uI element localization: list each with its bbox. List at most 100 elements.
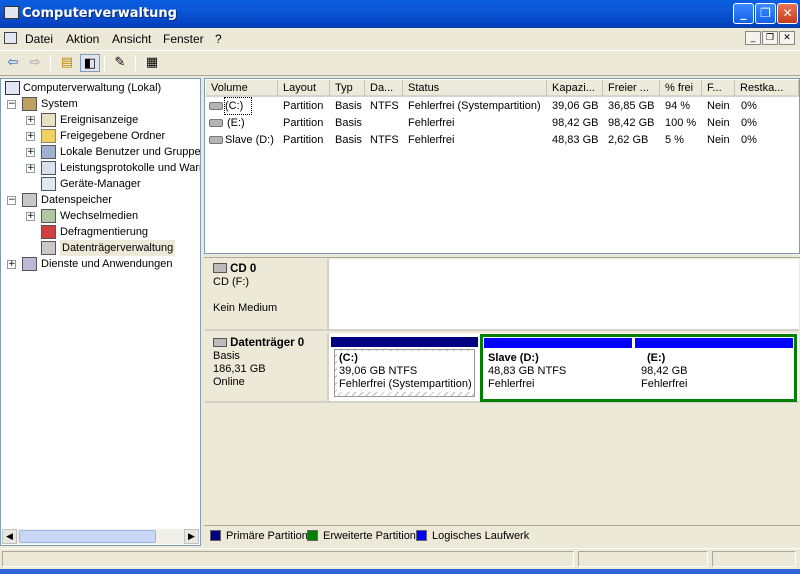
services-icon xyxy=(22,257,37,271)
scroll-thumb[interactable] xyxy=(19,530,156,543)
help-icon[interactable]: ▦ xyxy=(142,54,162,72)
tree-label: Defragmentierung xyxy=(60,226,149,238)
table-row[interactable]: (C:) Partition Basis NTFS Fehlerfrei (Sy… xyxy=(206,97,799,115)
menu-fenster[interactable]: Fenster xyxy=(163,32,204,46)
column-free-space[interactable]: Freier ... xyxy=(603,80,660,97)
legend-primary: Primäre Partition xyxy=(210,530,308,544)
table-row[interactable]: Slave (D:) Partition Basis NTFS Fehlerfr… xyxy=(206,132,799,148)
maximize-button[interactable]: ❐ xyxy=(755,3,776,24)
collapse-system-icon[interactable]: − xyxy=(7,100,16,109)
expand-icon[interactable]: + xyxy=(26,164,35,173)
show-hide-tree-icon[interactable]: ◧ xyxy=(80,54,100,72)
partition-d-text: Slave (D:) 48,83 GB NTFS Fehlerfrei xyxy=(488,352,566,391)
column-layout[interactable]: Layout xyxy=(278,80,330,97)
cd-media-status: Kein Medium xyxy=(213,302,278,314)
column-filesystem[interactable]: Da... xyxy=(365,80,403,97)
column-status[interactable]: Status xyxy=(403,80,547,97)
legend-extended: Erweiterte Partition xyxy=(307,530,416,544)
taskbar-edge xyxy=(0,569,800,574)
cell-fault: Nein xyxy=(707,134,730,146)
cell-free: 98,42 GB xyxy=(608,117,655,129)
hard-disk-icon xyxy=(213,338,227,347)
logical-drive-bar xyxy=(635,338,793,348)
scroll-left-icon[interactable]: ◀ xyxy=(2,529,17,544)
status-pane-3 xyxy=(712,551,796,567)
tree-storage-label: Datenspeicher xyxy=(41,194,112,206)
status-pane-2 xyxy=(578,551,708,567)
menu-help[interactable]: ? xyxy=(215,32,222,46)
expand-icon[interactable]: + xyxy=(26,116,35,125)
tree-root-label: Computerverwaltung (Lokal) xyxy=(23,82,162,94)
cell-status: Fehlerfrei (Systempartition) xyxy=(408,100,541,112)
column-volume[interactable]: Volume xyxy=(206,80,278,97)
child-restore-button[interactable]: ❐ xyxy=(762,31,778,45)
cell-overhead: 0% xyxy=(741,100,757,112)
drive-icon xyxy=(209,136,223,144)
expand-icon[interactable]: + xyxy=(7,260,16,269)
properties-icon[interactable]: ✎ xyxy=(110,54,130,72)
cell-capacity: 39,06 GB xyxy=(552,100,599,112)
cell-volume: (C:) xyxy=(224,97,252,115)
performance-icon xyxy=(41,161,56,175)
scroll-right-icon[interactable]: ▶ xyxy=(184,529,199,544)
partition-d-name: Slave (D:) xyxy=(488,352,539,364)
menu-datei[interactable]: Datei xyxy=(25,32,53,46)
drive-icon xyxy=(209,102,223,110)
title-bar[interactable]: Computerverwaltung _ ❐ ✕ xyxy=(0,0,800,28)
event-viewer-icon xyxy=(41,113,56,127)
child-close-button[interactable]: ✕ xyxy=(779,31,795,45)
partition-e[interactable]: (E:) 98,42 GB Fehlerfrei xyxy=(635,338,793,398)
cell-filesystem: NTFS xyxy=(370,134,399,146)
partition-e-text: (E:) 98,42 GB Fehlerfrei xyxy=(641,352,687,391)
expand-icon[interactable]: + xyxy=(26,132,35,141)
menu-aktion[interactable]: Aktion xyxy=(66,32,99,46)
forward-arrow-icon[interactable]: ⇨ xyxy=(25,54,45,72)
partition-d[interactable]: Slave (D:) 48,83 GB NTFS Fehlerfrei xyxy=(484,338,632,398)
table-row[interactable]: (E:) Partition Basis Fehlerfrei 98,42 GB… xyxy=(206,115,799,131)
cell-status: Fehlerfrei xyxy=(408,134,455,146)
cell-type: Basis xyxy=(335,134,362,146)
disk-0-row[interactable]: Datenträger 0 Basis 186,31 GB Online (C:… xyxy=(205,333,799,403)
extended-swatch xyxy=(307,530,318,541)
cell-percent: 5 % xyxy=(665,134,684,146)
expand-icon[interactable]: + xyxy=(26,212,35,221)
back-arrow-icon[interactable]: ⇦ xyxy=(3,54,23,72)
close-button[interactable]: ✕ xyxy=(777,3,798,24)
partition-c-status: Fehlerfrei (Systempartition) xyxy=(339,378,472,390)
cd-drive-row[interactable]: CD 0 CD (F:) Kein Medium xyxy=(205,259,799,331)
column-fault-tolerance[interactable]: F... xyxy=(702,80,735,97)
partition-c[interactable]: (C:) 39,06 GB NTFS Fehlerfrei (Systempar… xyxy=(331,337,478,399)
partition-e-size: 98,42 GB xyxy=(641,365,688,377)
tree-horizontal-scrollbar[interactable]: ◀ ▶ xyxy=(2,529,199,544)
child-minimize-button[interactable]: _ xyxy=(745,31,761,45)
cell-percent: 94 % xyxy=(665,100,691,112)
cd-drive-letter: CD (F:) xyxy=(213,276,250,288)
column-type[interactable]: Typ xyxy=(330,80,365,97)
column-overhead[interactable]: Restka... xyxy=(735,80,799,97)
cell-capacity: 98,42 GB xyxy=(552,117,599,129)
device-manager-icon xyxy=(41,177,56,191)
removable-storage-icon xyxy=(41,209,56,223)
mmc-document-icon[interactable] xyxy=(4,32,17,44)
partition-d-status: Fehlerfrei xyxy=(488,378,535,390)
drive-icon xyxy=(209,119,223,127)
system-tools-icon xyxy=(22,97,37,111)
defrag-icon xyxy=(41,225,56,239)
legend-primary-label: Primäre Partition xyxy=(226,530,308,542)
tree-label: Geräte-Manager xyxy=(60,178,141,190)
minimize-button[interactable]: _ xyxy=(733,3,754,24)
primary-partition-bar xyxy=(331,337,478,347)
menu-ansicht[interactable]: Ansicht xyxy=(112,32,151,46)
collapse-storage-icon[interactable]: − xyxy=(7,196,16,205)
expand-icon[interactable]: + xyxy=(26,148,35,157)
up-folder-icon[interactable]: ▤ xyxy=(57,54,77,72)
disk-0-label: Datenträger 0 Basis 186,31 GB Online xyxy=(205,333,329,401)
column-percent-free[interactable]: % frei xyxy=(660,80,702,97)
partition-e-status: Fehlerfrei xyxy=(641,378,688,390)
legend-logical: Logisches Laufwerk xyxy=(416,530,529,544)
extended-partition[interactable]: Slave (D:) 48,83 GB NTFS Fehlerfrei (E:)… xyxy=(480,334,797,402)
column-capacity[interactable]: Kapazi... xyxy=(547,80,603,97)
tree-label: Wechselmedien xyxy=(60,210,139,222)
computer-management-icon xyxy=(4,6,19,19)
toolbar: ⇦ ⇨ ▤ ◧ ✎ ▦ xyxy=(0,50,800,76)
